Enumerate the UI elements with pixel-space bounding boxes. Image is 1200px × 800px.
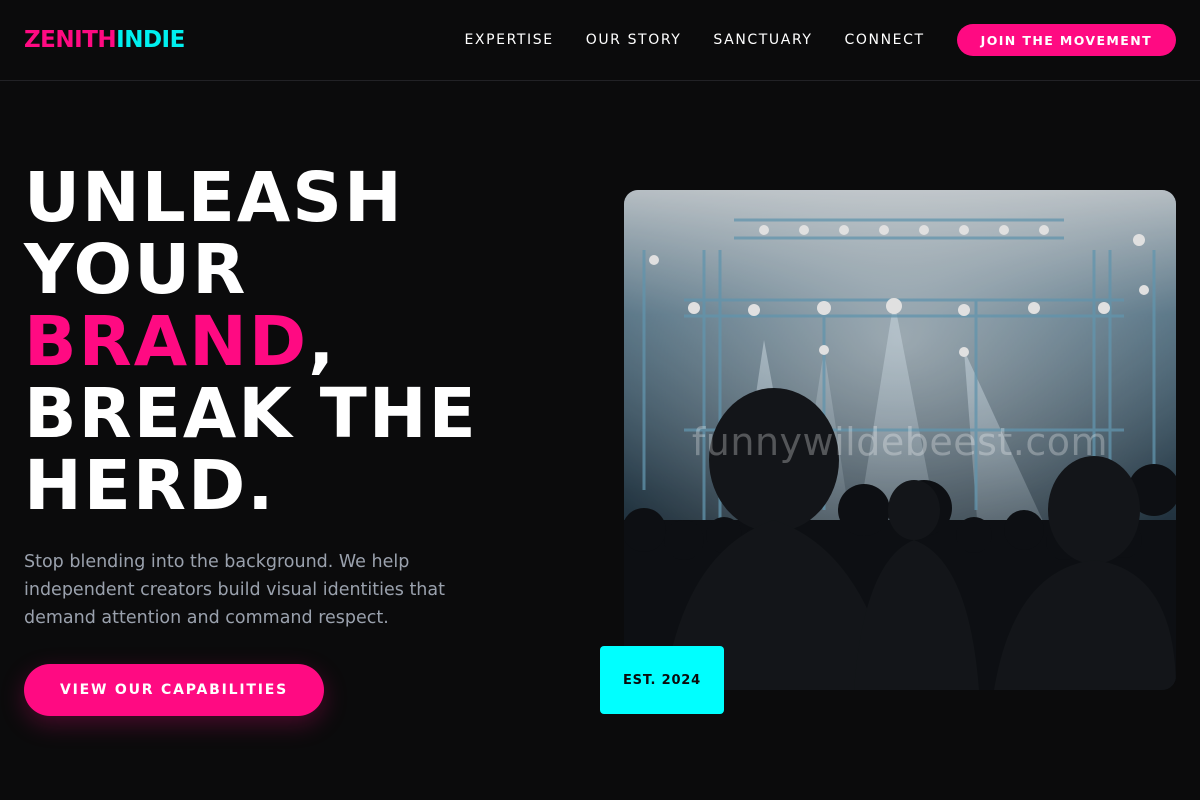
headline-highlight: BRAND <box>24 302 309 382</box>
headline-line-3: BRAND, <box>24 306 478 378</box>
hero-headline: UNLEASH YOUR BRAND, BREAK THE HERD. <box>24 162 478 522</box>
nav-menu: EXPERTISE OUR STORY SANCTUARY CONNECT JO… <box>464 24 1176 56</box>
concert-crowd-image: funnywildebeest.com <box>624 190 1176 690</box>
brand-logo-part1: ZENITH <box>24 27 117 53</box>
headline-comma: , <box>308 302 337 382</box>
established-badge: EST. 2024 <box>600 646 724 714</box>
join-movement-button[interactable]: JOIN THE MOVEMENT <box>956 24 1176 56</box>
image-watermark: funnywildebeest.com <box>691 420 1109 464</box>
brand-logo[interactable]: ZENITHINDIE <box>24 27 185 53</box>
headline-line-4: BREAK THE <box>24 374 478 454</box>
headline-line-5: HERD. <box>24 446 276 526</box>
hero-description: Stop blending into the background. We he… <box>24 552 445 628</box>
nav-link-connect[interactable]: CONNECT <box>845 32 925 48</box>
brand-logo-part2: INDIE <box>116 27 185 53</box>
nav-link-expertise[interactable]: EXPERTISE <box>464 32 553 48</box>
headline-line-2: YOUR <box>24 230 248 310</box>
top-navigation: ZENITHINDIE EXPERTISE OUR STORY SANCTUAR… <box>0 0 1200 81</box>
nav-link-sanctuary[interactable]: SANCTUARY <box>713 32 812 48</box>
view-capabilities-button[interactable]: VIEW OUR CAPABILITIES <box>24 664 324 716</box>
nav-link-our-story[interactable]: OUR STORY <box>586 32 682 48</box>
headline-line-1: UNLEASH <box>24 158 404 238</box>
